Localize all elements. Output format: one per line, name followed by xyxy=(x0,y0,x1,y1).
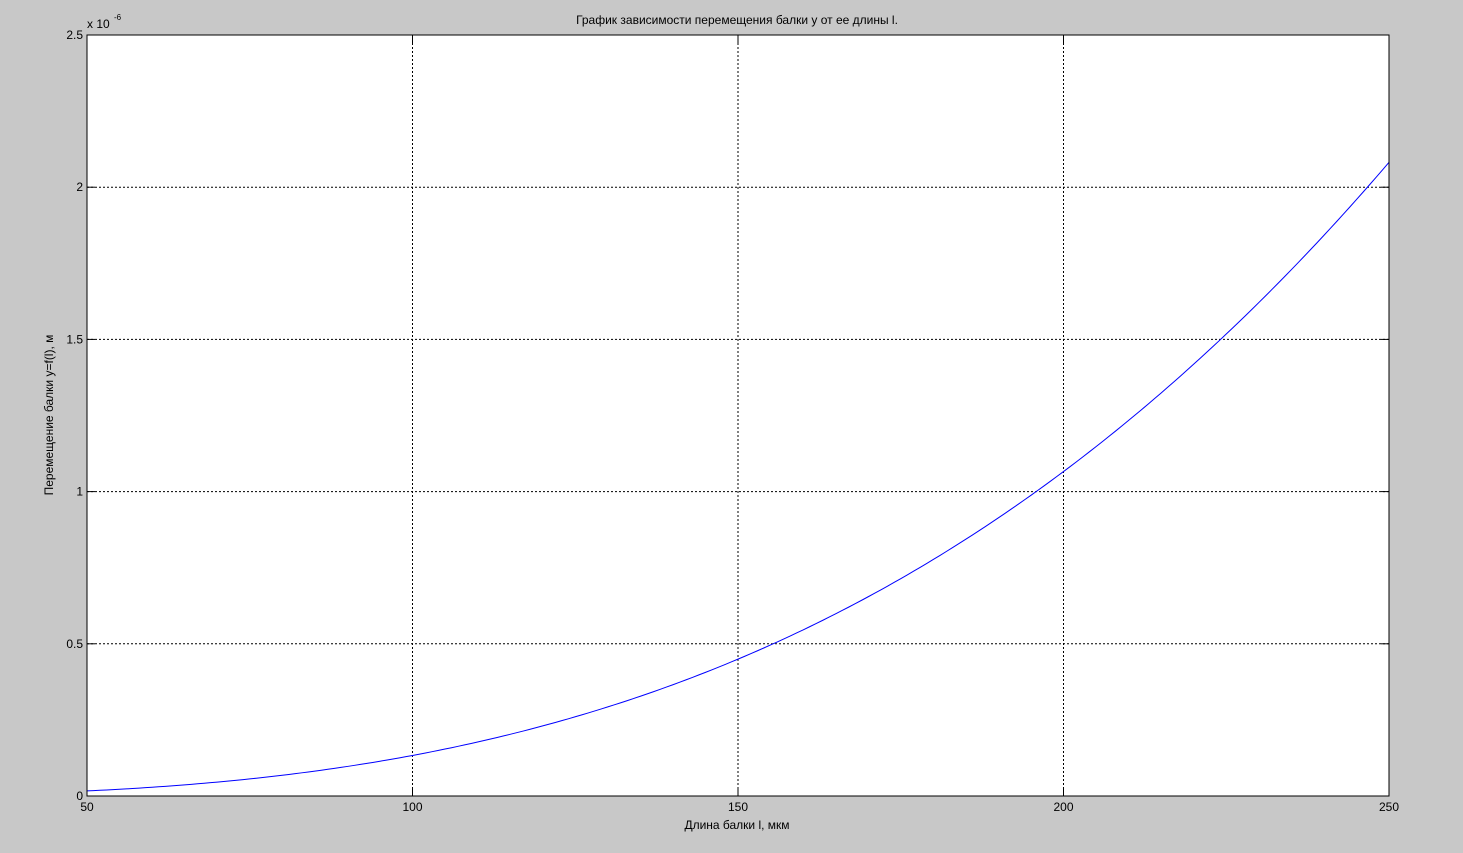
y-tick-label: 2.5 xyxy=(66,28,83,42)
x-tick-label: 100 xyxy=(402,800,422,814)
figure: 50 100 150 200 25000.511.522.5 График зависи… xyxy=(42,13,1399,832)
y-tick-label: 1.5 xyxy=(66,332,83,346)
y-exponent-power: -6 xyxy=(114,13,122,22)
x-tick-label: 150 xyxy=(728,800,748,814)
x-tick-label: 250 xyxy=(1379,800,1399,814)
y-tick-label: 0.5 xyxy=(66,637,83,651)
y-exponent-label: x 10 xyxy=(87,17,110,31)
y-tick-label: 0 xyxy=(76,789,83,803)
y-tick-label: 1 xyxy=(76,485,83,499)
x-tick-label: 200 xyxy=(1053,800,1073,814)
y-tick-label: 2 xyxy=(76,180,83,194)
chart-title: График зависимости перемещения балки y о… xyxy=(576,13,898,27)
y-axis-label: Перемещение балки y=f(l), м xyxy=(42,335,56,496)
x-axis-label: Длина балки l, мкм xyxy=(684,818,789,832)
